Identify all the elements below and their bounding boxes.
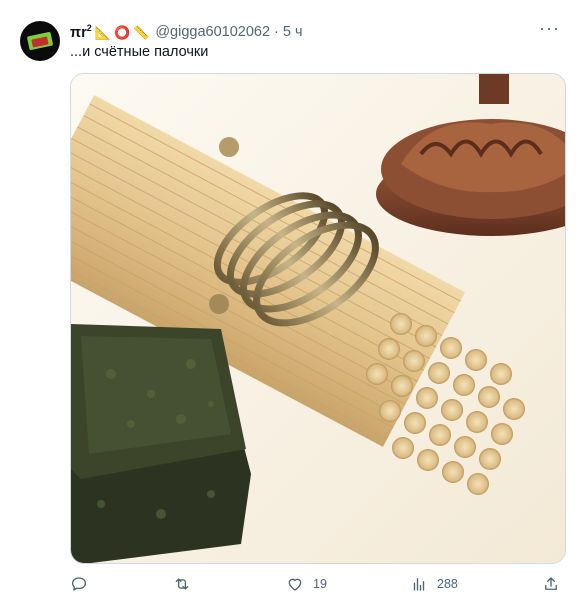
more-options-icon[interactable]: ··· <box>539 18 560 39</box>
chopsticks-photo <box>71 74 565 563</box>
tweet-image[interactable] <box>70 73 566 564</box>
triangle-ruler-icon: 📐 <box>94 24 111 40</box>
reply-button[interactable] <box>70 575 97 593</box>
like-button[interactable]: 19 <box>286 575 327 593</box>
views-bar-chart-icon <box>413 578 425 591</box>
ring-end-ball <box>219 137 239 157</box>
share-button[interactable] <box>542 575 560 593</box>
seaweed-sheets <box>71 324 251 563</box>
timestamp[interactable]: 5 ч <box>283 24 303 40</box>
share-icon <box>545 577 557 590</box>
ruler-icon: 📏 <box>133 24 150 40</box>
avatar[interactable] <box>20 21 60 61</box>
display-name[interactable]: πr2 <box>70 23 92 41</box>
tweet-actions: 19 288 <box>70 571 564 599</box>
retweet-icon <box>175 578 189 590</box>
display-name-superscript: 2 <box>86 23 92 34</box>
separator-dot: · <box>274 24 279 40</box>
retweet-button[interactable] <box>173 575 200 593</box>
tweet-header: πr2 📐 ⭕ 📏 @gigga60102062 · 5 ч <box>70 22 560 42</box>
reply-icon <box>71 577 87 591</box>
like-count: 19 <box>313 577 327 591</box>
ring-end-ball <box>209 294 229 314</box>
views-count: 288 <box>437 577 458 591</box>
tweet-text: ...и счётные палочки <box>70 44 209 60</box>
user-handle[interactable]: @gigga60102062 <box>155 24 270 40</box>
circle-icon: ⭕ <box>113 24 131 40</box>
heart-icon <box>288 578 302 591</box>
views-button[interactable]: 288 <box>410 575 458 593</box>
